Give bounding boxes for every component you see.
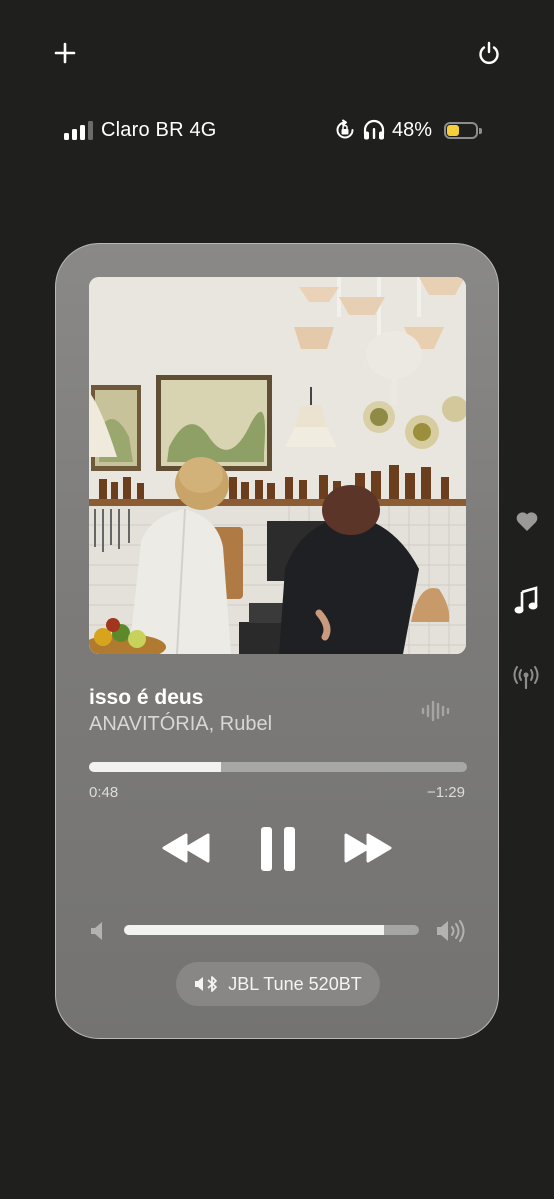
fast-forward-button[interactable]: [342, 832, 394, 864]
pause-button[interactable]: [259, 826, 297, 872]
status-bar-right: 48%: [334, 116, 483, 144]
playback-progress-fill: [89, 762, 222, 772]
rewind-icon: [162, 833, 210, 863]
rewind-button[interactable]: [160, 832, 212, 864]
output-device-name: JBL Tune 520BT: [228, 973, 362, 994]
waveform-icon[interactable]: [420, 698, 454, 724]
signal-strength-icon: [64, 120, 93, 140]
power-icon: [479, 41, 499, 65]
remaining-time: −1:29: [427, 784, 465, 801]
volume-slider[interactable]: [124, 925, 419, 935]
rotation-lock-icon: [336, 119, 354, 139]
bluetooth-speaker-icon: [195, 976, 218, 992]
battery-level-fill: [447, 124, 460, 136]
status-bar-left: Claro BR 4G: [64, 116, 217, 144]
antenna-icon[interactable]: [512, 664, 540, 690]
carrier-label: Claro BR 4G: [101, 118, 217, 141]
now-playing-card: isso é deus ANAVITÓRIA, Rubel 0:48 −1:29: [55, 243, 499, 1039]
headphones-icon: [363, 119, 385, 140]
volume-low-icon: [91, 922, 102, 940]
add-button[interactable]: [52, 40, 78, 66]
song-title: isso é deus: [89, 686, 204, 709]
music-note-icon[interactable]: [514, 586, 538, 614]
battery-percentage: 48%: [392, 118, 433, 141]
album-art-image: [89, 277, 466, 654]
heart-icon[interactable]: [515, 510, 539, 532]
playback-progress-bar[interactable]: [89, 762, 467, 772]
pause-icon: [261, 827, 295, 871]
song-artist: ANAVITÓRIA, Rubel: [89, 713, 273, 735]
plus-icon: [54, 42, 76, 64]
power-button[interactable]: [476, 40, 502, 66]
album-art[interactable]: [89, 277, 466, 654]
fast-forward-icon: [344, 833, 392, 863]
battery-icon: [444, 121, 483, 139]
volume-high-icon: [437, 920, 465, 942]
audio-output-button[interactable]: JBL Tune 520BT: [176, 962, 380, 1006]
volume-level-fill: [124, 925, 384, 935]
elapsed-time: 0:48: [89, 784, 119, 801]
